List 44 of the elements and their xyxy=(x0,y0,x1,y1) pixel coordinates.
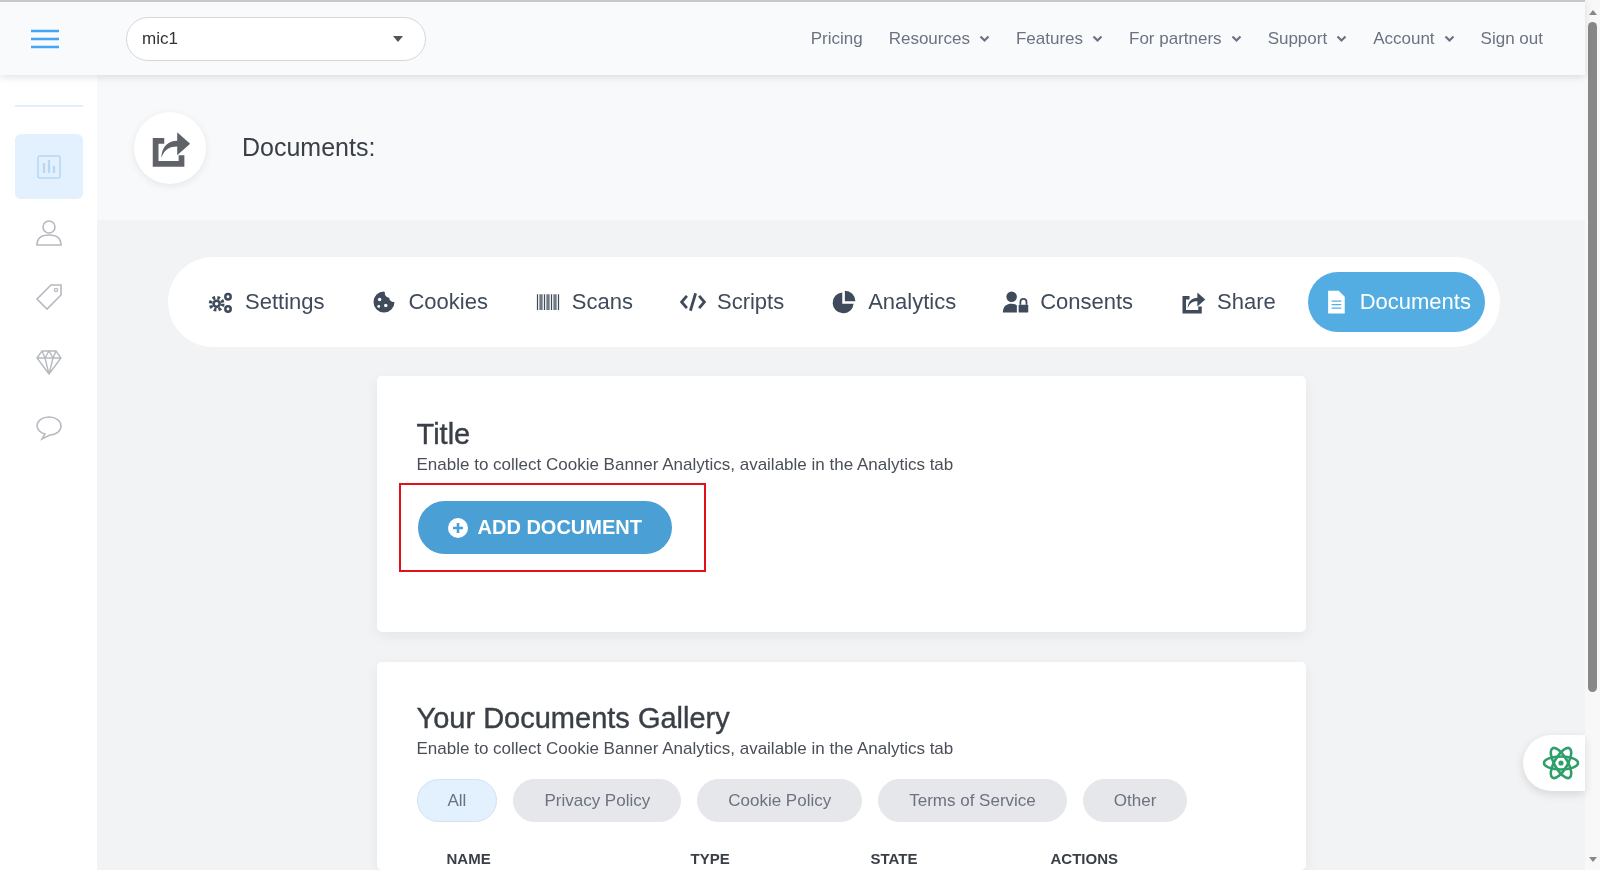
scroll-down-icon[interactable] xyxy=(1587,856,1598,864)
column-header: TYPE xyxy=(690,850,731,867)
filter-chip[interactable]: Other xyxy=(1082,779,1188,822)
card-title: Title xyxy=(416,418,472,451)
tab[interactable]: Scans xyxy=(519,272,647,332)
menu-icon[interactable] xyxy=(30,28,60,49)
add-document-button[interactable]: ADD DOCUMENT xyxy=(417,501,672,554)
filter-chip[interactable]: All xyxy=(416,779,498,822)
column-header: ACTIONS xyxy=(1050,850,1119,867)
chevron-down-icon xyxy=(1230,34,1242,43)
nav-link[interactable]: Features xyxy=(1015,28,1104,49)
chevron-down-icon xyxy=(1092,34,1104,43)
filter-chip[interactable]: Privacy Policy xyxy=(513,779,682,822)
column-header: STATE xyxy=(870,850,919,867)
tab[interactable]: Documents xyxy=(1307,272,1485,332)
nav-link[interactable]: Support xyxy=(1267,28,1348,49)
scroll-up-icon[interactable] xyxy=(1587,8,1598,16)
caret-icon xyxy=(393,35,403,42)
chevron-down-icon xyxy=(1336,34,1348,43)
nav-link[interactable]: For partners xyxy=(1129,28,1242,49)
tab[interactable]: Share xyxy=(1165,272,1290,332)
column-header: NAME xyxy=(446,850,492,867)
nav-link[interactable]: Resources xyxy=(888,28,990,49)
site-select[interactable]: mic1 xyxy=(126,16,426,61)
scrollbar[interactable] xyxy=(1585,0,1600,870)
card-description: Enable to collect Cookie Banner Analytics, available in the Analytics tab xyxy=(416,455,955,475)
tab[interactable]: Cookies xyxy=(356,272,502,332)
filter-chip[interactable]: Cookie Policy xyxy=(697,779,863,822)
sidebar-item[interactable] xyxy=(14,134,83,199)
nav-link[interactable]: Sign out xyxy=(1480,28,1543,49)
gallery-description: Enable to collect Cookie Banner Analytics, available in the Analytics tab xyxy=(416,739,955,759)
chevron-down-icon xyxy=(1443,34,1455,43)
tab[interactable]: Consents xyxy=(988,272,1148,332)
gallery-title: Your Documents Gallery xyxy=(416,702,731,735)
nav-link[interactable]: Pricing xyxy=(810,28,863,49)
tab[interactable]: Analytics xyxy=(816,272,971,332)
tab[interactable]: Scripts xyxy=(664,272,799,332)
filter-chip[interactable]: Terms of Service xyxy=(878,779,1067,822)
chevron-down-icon xyxy=(978,34,990,43)
plus-circle-icon xyxy=(447,517,468,538)
scrollbar-thumb[interactable] xyxy=(1588,22,1597,692)
tab[interactable]: Settings xyxy=(193,272,339,332)
page-title: Documents: xyxy=(242,133,376,162)
nav-link[interactable]: Account xyxy=(1373,28,1455,49)
